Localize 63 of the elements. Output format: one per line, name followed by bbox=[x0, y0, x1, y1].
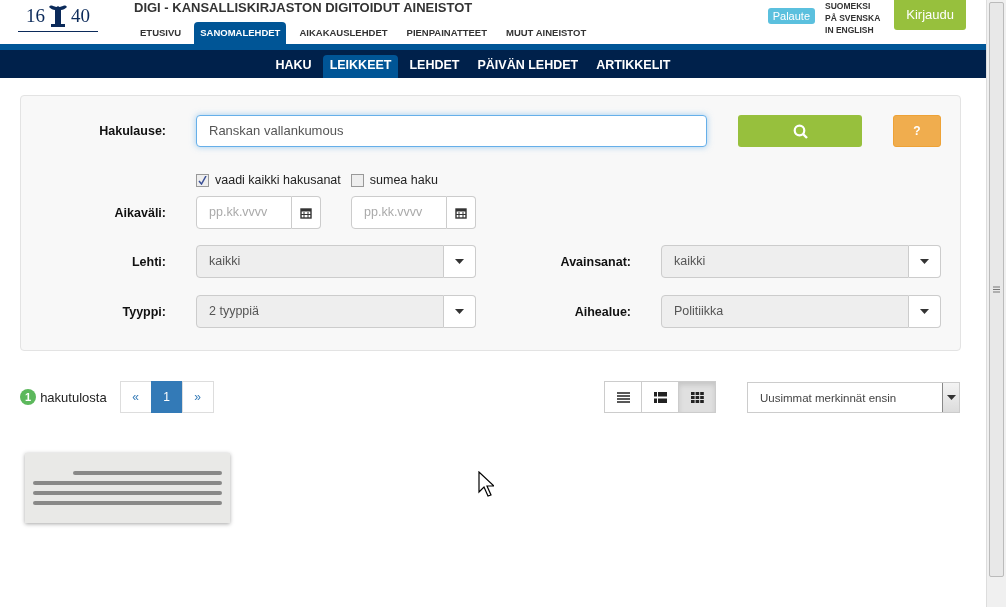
field-label: Aihealue: bbox=[573, 304, 631, 319]
caret-icon bbox=[455, 259, 464, 264]
detail-list-icon bbox=[653, 391, 667, 403]
sub-nav-tab[interactable]: ARTIKKELIT bbox=[589, 55, 678, 78]
view-mode-button[interactable] bbox=[678, 381, 716, 413]
result-count-badge: 1 bbox=[20, 389, 37, 405]
sort-value: Uusimmat merkinnät ensin bbox=[759, 390, 898, 406]
sub-nav-tab[interactable]: PÄIVÄN LEHDET bbox=[470, 55, 586, 78]
caret-icon bbox=[946, 394, 956, 400]
calendar-button[interactable] bbox=[292, 196, 321, 229]
checkbox[interactable] bbox=[196, 173, 209, 187]
main-nav-tab[interactable]: SANOMALEHDET bbox=[194, 22, 287, 44]
site-title: DIGI - KANSALLISKIRJASTON DIGITOIDUT AINEISTOT bbox=[134, 0, 474, 17]
page-button[interactable]: » bbox=[181, 381, 214, 413]
field-label: Lehti: bbox=[130, 254, 166, 269]
sub-nav-tab[interactable]: HAKU bbox=[268, 55, 319, 78]
checkbox[interactable] bbox=[350, 173, 364, 187]
main-nav-tab[interactable]: ETUSIVU bbox=[134, 22, 188, 44]
view-mode-button[interactable] bbox=[604, 381, 642, 413]
grip-icon bbox=[993, 286, 1000, 293]
grid-icon bbox=[690, 391, 704, 403]
page-button[interactable]: 1 bbox=[150, 381, 183, 413]
caret-icon bbox=[920, 309, 929, 314]
logo-text: 40 bbox=[71, 4, 90, 27]
select-field[interactable]: kaikki bbox=[661, 245, 909, 278]
page-button[interactable]: « bbox=[119, 381, 152, 413]
mouse-cursor-icon bbox=[478, 471, 494, 497]
dropdown-button[interactable] bbox=[909, 245, 941, 278]
search-field[interactable]: Ranskan vallankumous bbox=[196, 115, 707, 147]
view-mode-button[interactable] bbox=[641, 381, 679, 413]
newspaper-clipping-image[interactable] bbox=[25, 453, 230, 523]
language-link[interactable]: SUOMEKSI bbox=[825, 0, 881, 12]
select-field[interactable]: kaikki bbox=[196, 245, 444, 278]
sub-nav-tab[interactable]: LEHDET bbox=[402, 55, 467, 78]
dropdown-button[interactable] bbox=[444, 245, 476, 278]
scrollbar[interactable] bbox=[986, 0, 1006, 607]
sub-nav-tab[interactable]: LEIKKEET bbox=[322, 55, 399, 78]
logo[interactable]: 16 40 bbox=[18, 0, 98, 32]
calendar-icon bbox=[455, 206, 467, 219]
field-label: Avainsanat: bbox=[559, 254, 631, 269]
checkbox-label: vaadi kaikki hakusanat bbox=[215, 173, 341, 187]
main-nav-tab[interactable]: MUUT AINEISTOT bbox=[499, 22, 593, 44]
language-link[interactable]: PÅ SVENSKA bbox=[825, 12, 881, 24]
checkbox-label: sumea haku bbox=[369, 173, 438, 187]
select-field[interactable]: 2 tyyppiä bbox=[196, 295, 444, 328]
calendar-button[interactable] bbox=[447, 196, 476, 229]
field-label: Aikaväli: bbox=[113, 205, 166, 220]
search-icon bbox=[792, 123, 808, 139]
main-nav-tab[interactable]: AIKAKAUSLEHDET bbox=[293, 22, 394, 44]
dropdown-button[interactable] bbox=[909, 295, 941, 328]
language-link[interactable]: IN ENGLISH bbox=[825, 24, 881, 36]
result-count-label: hakutulosta bbox=[40, 389, 107, 405]
field-label: Hakulause: bbox=[98, 124, 166, 138]
main-nav-tab[interactable]: PIENPAINATTEET bbox=[400, 22, 493, 44]
select-field[interactable]: Politiikka bbox=[661, 295, 909, 328]
list-icon bbox=[616, 391, 630, 403]
caret-icon bbox=[920, 259, 929, 264]
logo-text: 16 bbox=[26, 4, 45, 27]
sort-select[interactable]: Uusimmat merkinnät ensin bbox=[747, 381, 960, 413]
field-label: Tyyppi: bbox=[121, 304, 166, 319]
calendar-icon bbox=[300, 206, 312, 219]
dropdown-button[interactable] bbox=[444, 295, 476, 328]
caret-icon bbox=[455, 309, 464, 314]
